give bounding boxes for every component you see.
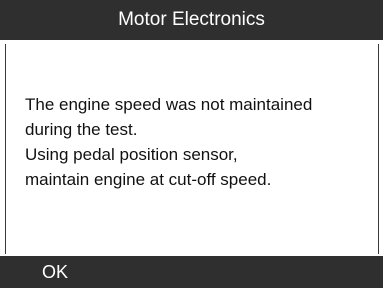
message-text: The engine speed was not maintained duri… — [25, 92, 375, 192]
message-line: Using pedal position sensor, — [25, 145, 238, 164]
message-line: during the test. — [25, 120, 138, 139]
message-panel: The engine speed was not maintained duri… — [5, 44, 379, 254]
softkey-bar: OK — [0, 256, 383, 288]
diagnostic-screen: Motor Electronics The engine speed was n… — [0, 0, 383, 288]
message-line: The engine speed was not maintained — [25, 95, 313, 114]
page-title: Motor Electronics — [0, 0, 383, 40]
message-line: maintain engine at cut-off speed. — [25, 170, 272, 189]
ok-button[interactable]: OK — [42, 256, 68, 288]
